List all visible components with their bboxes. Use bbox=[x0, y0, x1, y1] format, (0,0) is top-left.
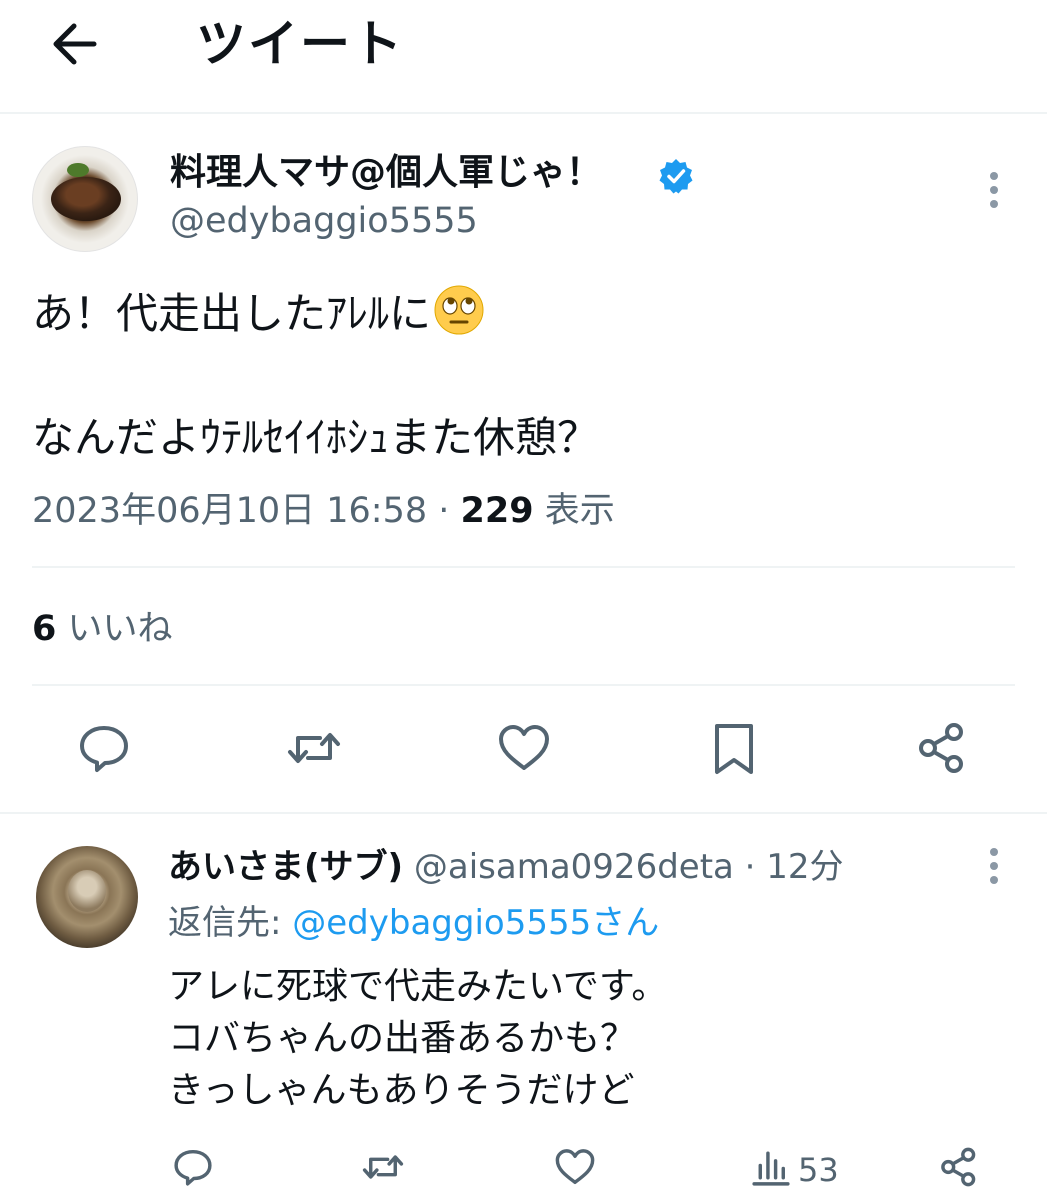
author-display-name[interactable]: 料理人マサ@個人軍じゃ！ bbox=[170, 150, 602, 196]
more-dot-icon bbox=[990, 876, 998, 884]
tweet-text-line: なんだよｳﾃﾙｾｲｲﾎｼｭまた休憩？ bbox=[32, 413, 600, 462]
more-dot-icon bbox=[990, 172, 998, 180]
avatar-garnish-image bbox=[67, 163, 89, 177]
bookmark-icon bbox=[715, 724, 753, 774]
retweet-icon bbox=[288, 733, 340, 763]
replying-to-link[interactable]: @edybaggio5555さん bbox=[292, 903, 659, 943]
more-dot-icon bbox=[990, 186, 998, 194]
back-button[interactable] bbox=[46, 16, 102, 72]
reply-reply-button[interactable] bbox=[170, 1144, 216, 1190]
reply-retweet-button[interactable] bbox=[360, 1144, 406, 1190]
likes-stat[interactable]: 6 いいね bbox=[32, 606, 173, 652]
reply-text-line: コバちゃんの出番あるかも？ bbox=[168, 1018, 637, 1059]
bookmark-button[interactable] bbox=[704, 718, 764, 778]
share-icon bbox=[919, 723, 963, 773]
reply-views-count: 53 bbox=[798, 1151, 839, 1189]
reply-like-button[interactable] bbox=[552, 1144, 598, 1190]
top-bar: ツイート bbox=[0, 0, 1047, 114]
reply-icon bbox=[174, 1149, 212, 1186]
heart-icon bbox=[555, 1149, 595, 1185]
page-title: ツイート bbox=[196, 15, 404, 73]
rolling-eyes-emoji-icon bbox=[434, 285, 484, 335]
reply-more-options-button[interactable] bbox=[984, 846, 1004, 886]
heart-icon bbox=[499, 725, 549, 770]
tweet-meta: 2023年06月10日 16:58 · 229 表示 bbox=[32, 488, 615, 534]
arrow-left-icon bbox=[53, 23, 97, 65]
share-icon bbox=[941, 1147, 976, 1187]
bar-chart-icon bbox=[752, 1151, 790, 1186]
more-dot-icon bbox=[990, 862, 998, 870]
like-button[interactable] bbox=[494, 718, 554, 778]
avatar-dish-image bbox=[51, 177, 121, 221]
more-options-button[interactable] bbox=[984, 170, 1004, 210]
views-label: 表示 bbox=[533, 491, 615, 531]
retweet-icon bbox=[362, 1155, 404, 1179]
reply-button[interactable] bbox=[74, 718, 134, 778]
share-button[interactable] bbox=[912, 718, 972, 778]
author-avatar[interactable] bbox=[32, 146, 138, 252]
reply-views-button[interactable] bbox=[748, 1144, 794, 1190]
author-handle[interactable]: @edybaggio5555 bbox=[170, 198, 478, 244]
reply-share-button[interactable] bbox=[936, 1144, 982, 1190]
retweet-button[interactable] bbox=[284, 718, 344, 778]
avatar-face-image bbox=[68, 870, 106, 912]
divider bbox=[32, 566, 1015, 568]
tweet-text-line: あ！代走出したｱﾚﾙに bbox=[32, 284, 485, 342]
divider bbox=[32, 684, 1015, 686]
reply-text-line: きっしゃんもありそうだけど bbox=[168, 1070, 635, 1111]
replying-to: 返信先: @edybaggio5555さん bbox=[168, 900, 659, 946]
reply-author-display-name[interactable]: あいさま(サブ) bbox=[168, 847, 403, 887]
reply-icon bbox=[80, 726, 128, 772]
divider bbox=[0, 812, 1047, 814]
reply-text-line: アレに死球で代走みたいです。 bbox=[168, 966, 668, 1007]
reply-author-handle-time[interactable]: @aisama0926deta · 12分 bbox=[403, 847, 844, 887]
more-dot-icon bbox=[990, 848, 998, 856]
reply-author-line: あいさま(サブ) @aisama0926deta · 12分 bbox=[168, 844, 844, 890]
more-dot-icon bbox=[990, 200, 998, 208]
views-count: 229 bbox=[460, 491, 534, 531]
reply-author-avatar[interactable] bbox=[36, 846, 138, 948]
likes-label: いいね bbox=[56, 609, 173, 649]
verified-badge-icon bbox=[659, 159, 693, 194]
tweet-timestamp[interactable]: 2023年06月10日 16:58 · bbox=[32, 491, 461, 531]
likes-count: 6 bbox=[32, 609, 57, 649]
replying-to-prefix: 返信先: bbox=[168, 903, 293, 943]
